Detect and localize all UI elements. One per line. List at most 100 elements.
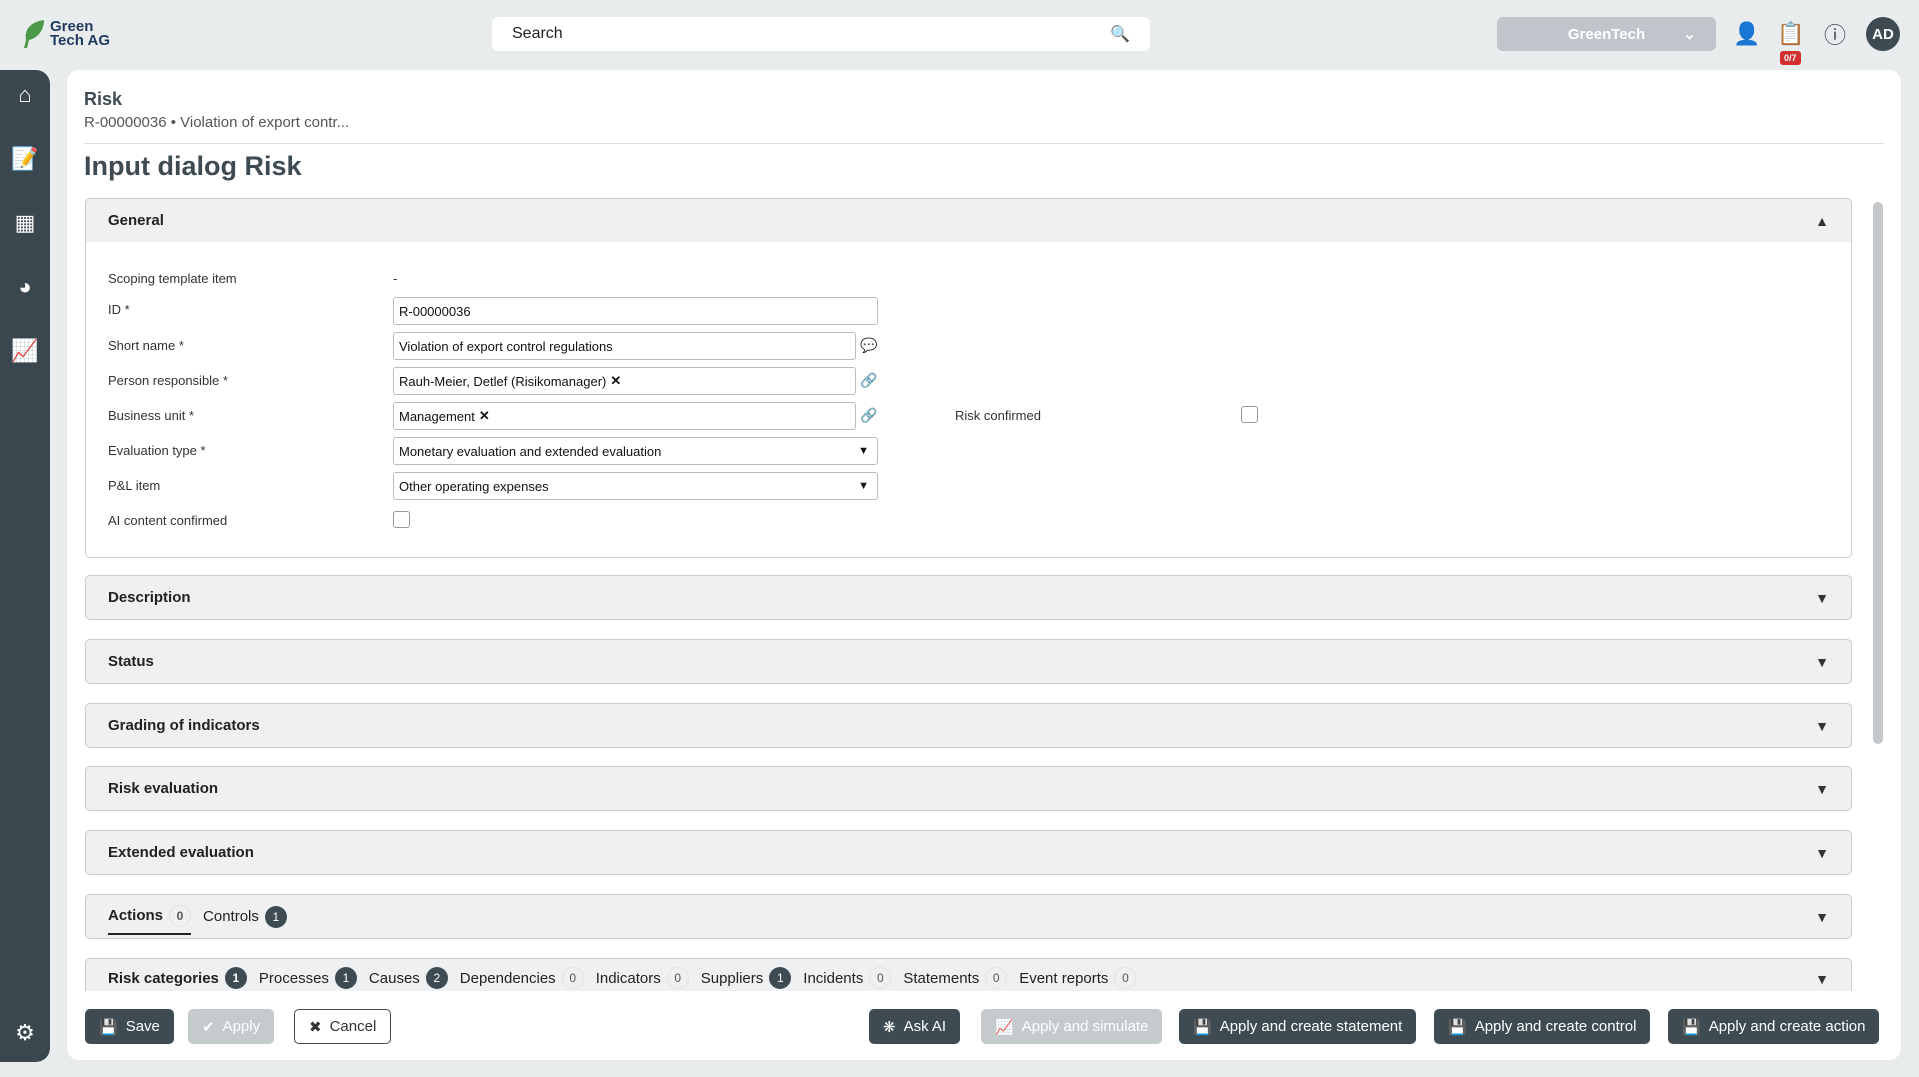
button-label: Ask AI (903, 1018, 947, 1035)
user-icon[interactable]: 👤 (1733, 20, 1761, 48)
apply-create-statement-button[interactable]: 💾 Apply and create statement (1179, 1009, 1417, 1044)
avatar[interactable]: AD (1866, 17, 1900, 51)
breadcrumb-title[interactable]: Risk (84, 89, 122, 110)
tab-incidents[interactable]: Incidents 0 (803, 967, 892, 989)
section-extended-evaluation[interactable]: Extended evaluation ▼ (85, 830, 1852, 875)
section-title: General (108, 212, 164, 229)
button-label: Apply and create statement (1219, 1018, 1403, 1035)
count-badge: 0 (561, 967, 584, 989)
selected-value: Other operating expenses (399, 478, 549, 494)
close-icon: ✖ (309, 1018, 322, 1036)
person-field[interactable]: Rauh-Meier, Detlef (Risikomanager) ✕ (393, 367, 856, 395)
divider (84, 143, 1884, 144)
chevron-up-icon: ▲ (1815, 212, 1829, 229)
gear-icon[interactable]: ⚙ (0, 1020, 50, 1046)
scrollbar[interactable] (1873, 202, 1883, 744)
apply-button[interactable]: ✔ Apply (188, 1009, 275, 1044)
page-title: Input dialog Risk (84, 151, 302, 181)
count-badge: 0 (1114, 967, 1137, 989)
evaluation-type-select[interactable]: Monetary evaluation and extended evaluat… (393, 437, 878, 465)
section-general-header[interactable]: General ▲ (85, 198, 1852, 243)
selected-value: Monetary evaluation and extended evaluat… (399, 443, 662, 459)
link-icon[interactable]: 🔗 (860, 372, 877, 389)
tab-risk-categories[interactable]: Risk categories 1 (108, 967, 247, 989)
check-icon: ✔ (202, 1018, 215, 1036)
apply-create-action-button[interactable]: 💾 Apply and create action (1668, 1009, 1880, 1044)
section-title: Status (108, 653, 154, 670)
tab-suppliers[interactable]: Suppliers 1 (701, 967, 792, 989)
comment-icon[interactable]: 💬 (860, 337, 877, 354)
chevron-down-icon: ▼ (1815, 780, 1829, 797)
tab-label: Dependencies (459, 969, 556, 987)
breadcrumb-subtitle: R-00000036 • Violation of export contr..… (84, 114, 350, 131)
tab-causes[interactable]: Causes 2 (369, 967, 448, 989)
tab-label: Event reports (1019, 969, 1109, 987)
business-unit-field[interactable]: Management ✕ (393, 402, 856, 430)
info-icon[interactable]: ⓘ (1821, 20, 1849, 48)
ask-ai-button[interactable]: ❋ Ask AI (869, 1009, 961, 1044)
tab-statements[interactable]: Statements 0 (903, 967, 1008, 989)
search-input[interactable]: Search 🔍 (492, 17, 1150, 51)
pie-chart-icon[interactable]: ◕ (0, 274, 50, 300)
section-grading[interactable]: Grading of indicators ▼ (85, 703, 1852, 748)
count-badge: 2 (425, 967, 448, 989)
company-logo[interactable]: Green Tech AG (22, 18, 110, 50)
chart-icon: 📈 (995, 1018, 1014, 1036)
link-icon[interactable]: 🔗 (860, 407, 877, 424)
section-title: Grading of indicators (108, 717, 260, 734)
tasks-icon[interactable]: 📋 (1777, 20, 1805, 48)
sidebar: ⌂ 📝 ▦ ◕ 📈 ⚙ (0, 70, 50, 1062)
count-badge: 0 (666, 967, 689, 989)
tenant-selector[interactable]: GreenTech ⌄ (1497, 17, 1716, 51)
id-field[interactable]: R-00000036 (393, 297, 878, 325)
remove-icon[interactable]: ✕ (479, 408, 490, 424)
button-label: Cancel (329, 1018, 377, 1035)
tab-processes[interactable]: Processes 1 (259, 967, 357, 989)
section-description[interactable]: Description ▼ (85, 575, 1852, 620)
section-general-body (85, 242, 1852, 558)
chevron-down-icon: ▼ (1815, 653, 1829, 670)
leaf-icon (24, 20, 44, 48)
tab-event-reports[interactable]: Event reports 0 (1019, 967, 1137, 989)
tab-label: Statements (903, 969, 980, 987)
remove-icon[interactable]: ✕ (610, 373, 621, 389)
chevron-down-icon[interactable]: ▼ (1815, 909, 1829, 925)
tab-label: Controls (203, 908, 259, 925)
section-title: Extended evaluation (108, 844, 254, 861)
table-icon[interactable]: ▦ (0, 210, 50, 236)
pl-item-select[interactable]: Other operating expenses ▼ (393, 472, 878, 500)
count-badge: 1 (264, 905, 287, 928)
tab-indicators[interactable]: Indicators 0 (596, 967, 689, 989)
button-label: Apply and create action (1708, 1018, 1866, 1035)
dropdown-arrow-icon: ▼ (858, 480, 869, 492)
button-label: Apply (222, 1018, 261, 1035)
chevron-down-icon: ▼ (1815, 589, 1829, 606)
apply-create-control-button[interactable]: 💾 Apply and create control (1434, 1009, 1651, 1044)
tab-label: Processes (258, 969, 329, 987)
tasks-badge: 0/7 (1780, 51, 1801, 65)
short-name-label: Short name * (108, 338, 184, 353)
tab-dependencies[interactable]: Dependencies 0 (460, 967, 584, 989)
button-label: Save (125, 1018, 160, 1035)
section-risk-evaluation[interactable]: Risk evaluation ▼ (85, 766, 1852, 811)
tab-actions[interactable]: Actions 0 (108, 899, 192, 935)
tab-controls[interactable]: Controls 1 (203, 905, 287, 928)
count-badge: 1 (224, 967, 247, 989)
report-icon[interactable]: 📈 (0, 338, 50, 364)
search-icon[interactable]: 🔍 (1110, 24, 1130, 44)
business-unit-label: Business unit * (108, 408, 194, 423)
apply-simulate-button[interactable]: 📈 Apply and simulate (981, 1009, 1163, 1044)
tenant-label: GreenTech (1567, 25, 1646, 43)
person-label: Person responsible * (108, 373, 228, 388)
risk-confirmed-checkbox[interactable] (1241, 406, 1258, 423)
button-label: Apply and create control (1474, 1018, 1637, 1035)
ai-confirmed-checkbox[interactable] (393, 511, 410, 528)
cancel-button[interactable]: ✖ Cancel (294, 1009, 392, 1044)
home-icon[interactable]: ⌂ (0, 82, 50, 108)
save-button[interactable]: 💾 Save (85, 1009, 174, 1044)
chevron-down-icon[interactable]: ▼ (1815, 971, 1829, 987)
section-status[interactable]: Status ▼ (85, 639, 1852, 684)
clipboard-edit-icon[interactable]: 📝 (0, 146, 50, 172)
short-name-field[interactable]: Violation of export control regulations (393, 332, 856, 360)
ai-icon: ❋ (883, 1018, 896, 1036)
